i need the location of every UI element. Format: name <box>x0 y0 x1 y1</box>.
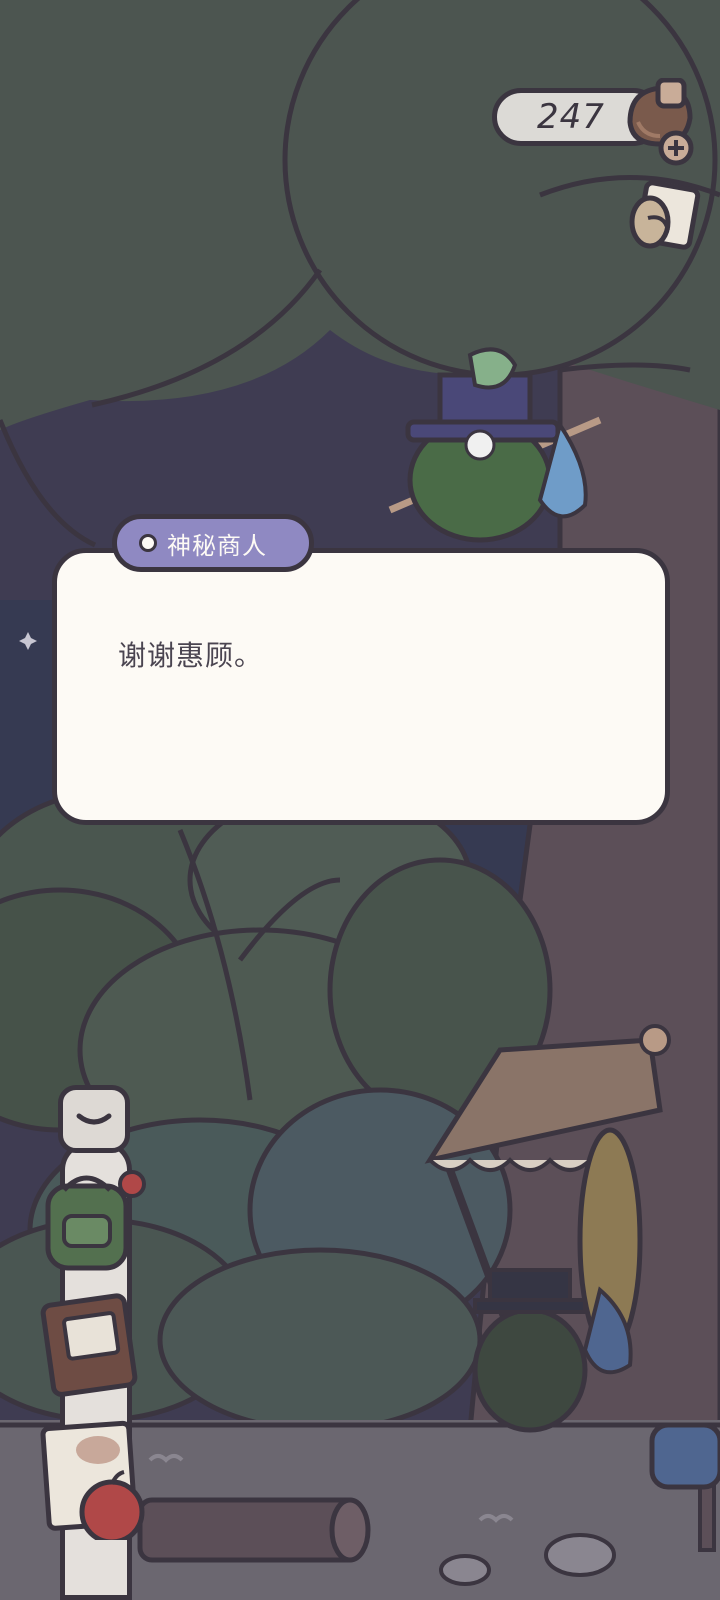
journal-icon[interactable] <box>40 1290 144 1398</box>
letter-icon[interactable] <box>620 180 702 258</box>
plus-icon[interactable] <box>656 128 696 168</box>
backpack-icon[interactable] <box>34 1168 154 1278</box>
collapse-button[interactable] <box>58 1085 130 1153</box>
speaker-name: 神秘商人 <box>167 531 267 560</box>
log <box>137 1497 371 1563</box>
dialog-box[interactable] <box>52 548 670 825</box>
album-icon[interactable] <box>36 1420 152 1540</box>
speaker-tag: 神秘商人 <box>112 514 314 572</box>
chevron-down-icon <box>76 1113 112 1125</box>
clover-count: 247 <box>537 97 605 137</box>
game-scene: 247 神秘商人 谢谢惠顾。 <box>0 0 720 1600</box>
dialog-text: 谢谢惠顾。 <box>118 639 264 672</box>
speaker-dot-icon <box>139 534 157 552</box>
